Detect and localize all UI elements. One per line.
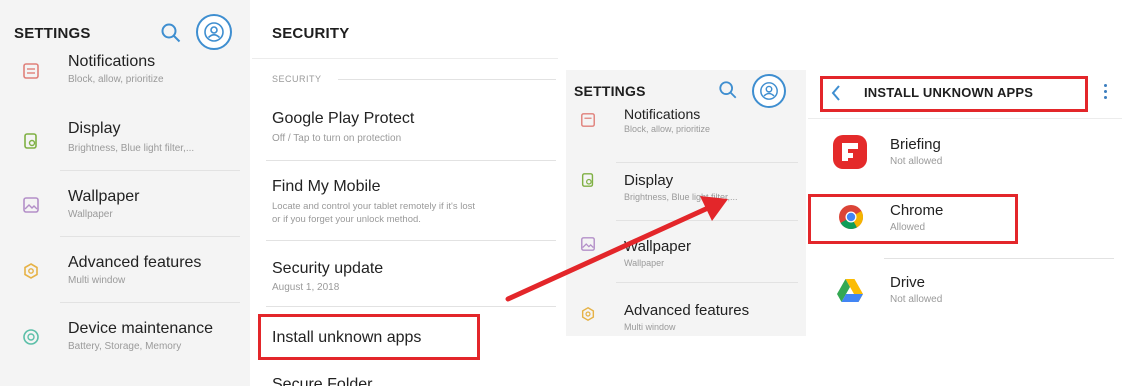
settings-title: SETTINGS xyxy=(14,25,91,42)
security-item-security-update[interactable]: Security update August 1, 2018 xyxy=(252,250,558,302)
advanced-features-icon xyxy=(22,262,40,285)
settings-panel-left: SETTINGS Notifications Block, allow, pri… xyxy=(0,0,250,386)
settings-item-wallpaper[interactable]: Wallpaper Wallpaper xyxy=(566,230,806,274)
section-label: SECURITY xyxy=(272,74,322,84)
settings-item-advanced-features[interactable]: Advanced features Multi window xyxy=(566,292,806,336)
divider xyxy=(266,240,556,241)
item-title: Security update xyxy=(272,260,384,277)
settings-title: SETTINGS xyxy=(574,83,646,99)
security-item-secure-folder[interactable]: Secure Folder xyxy=(252,372,558,386)
item-title: Display xyxy=(624,172,674,189)
account-icon xyxy=(204,22,224,42)
settings-item-display[interactable]: Display Brightness, Blue light filter,..… xyxy=(0,112,250,164)
settings-item-notifications[interactable]: Notifications Block, allow, prioritize xyxy=(566,106,806,152)
wallpaper-icon xyxy=(580,236,596,257)
divider xyxy=(60,236,240,237)
security-title: SECURITY xyxy=(272,25,350,42)
item-subtitle-line1: Locate and control your tablet remotely … xyxy=(272,201,475,212)
highlight-chrome xyxy=(808,194,1018,244)
item-subtitle: Battery, Storage, Memory xyxy=(68,341,182,352)
account-button[interactable] xyxy=(196,14,232,50)
security-item-find-my-mobile[interactable]: Find My Mobile Locate and control your t… xyxy=(252,168,558,234)
notifications-icon xyxy=(22,62,40,85)
item-title: Advanced features xyxy=(68,254,202,271)
install-unknown-apps-panel: INSTALL UNKNOWN APPS Briefing Not allowe… xyxy=(808,70,1122,336)
highlight-install-unknown-apps xyxy=(258,314,480,360)
settings-panel-right: SETTINGS Notifications Block, allow, pri… xyxy=(566,70,806,336)
item-title: Wallpaper xyxy=(68,188,140,205)
item-subtitle: Wallpaper xyxy=(68,209,113,220)
divider xyxy=(60,170,240,171)
item-subtitle: Wallpaper xyxy=(624,258,665,268)
divider xyxy=(616,162,798,163)
app-name: Drive xyxy=(890,274,926,291)
divider xyxy=(252,58,558,59)
install-unknown-apps-title: INSTALL UNKNOWN APPS xyxy=(864,85,1034,100)
notifications-icon xyxy=(580,112,596,133)
app-item-drive[interactable]: Drive Not allowed xyxy=(808,266,1122,316)
section-divider xyxy=(338,79,556,80)
settings-item-device-maintenance[interactable]: Device maintenance Battery, Storage, Mem… xyxy=(0,310,250,362)
wallpaper-icon xyxy=(22,196,40,219)
account-icon xyxy=(760,82,778,100)
item-title: Secure Folder xyxy=(272,376,373,386)
item-subtitle: Multi window xyxy=(624,322,676,332)
security-item-google-play-protect[interactable]: Google Play Protect Off / Tap to turn on… xyxy=(252,100,558,156)
item-title: Advanced features xyxy=(624,302,750,319)
display-icon xyxy=(22,132,40,155)
item-subtitle: August 1, 2018 xyxy=(272,282,340,293)
settings-item-notifications[interactable]: Notifications Block, allow, prioritize xyxy=(0,52,250,104)
search-icon[interactable] xyxy=(718,80,738,105)
item-subtitle: Block, allow, prioritize xyxy=(68,74,164,85)
item-subtitle-line2: or if you forget your unlock method. xyxy=(272,214,421,225)
divider xyxy=(616,282,798,283)
briefing-icon xyxy=(832,134,868,175)
item-subtitle: Brightness, Blue light filter,... xyxy=(68,143,195,154)
advanced-features-icon xyxy=(580,306,596,327)
app-name: Briefing xyxy=(890,136,941,153)
item-title: Notifications xyxy=(68,53,156,70)
divider xyxy=(266,160,556,161)
item-title: Wallpaper xyxy=(624,238,691,255)
security-panel: SECURITY SECURITY Google Play Protect Of… xyxy=(252,0,558,386)
account-button[interactable] xyxy=(752,74,786,108)
item-title: Notifications xyxy=(624,106,701,122)
chevron-left-icon xyxy=(831,85,840,101)
item-title: Find My Mobile xyxy=(272,178,381,195)
item-subtitle: Multi window xyxy=(68,275,126,286)
device-maintenance-icon xyxy=(22,328,40,351)
divider xyxy=(616,220,798,221)
settings-item-display[interactable]: Display Brightness, Blue light filter,..… xyxy=(566,170,806,214)
item-title: Google Play Protect xyxy=(272,110,415,127)
divider xyxy=(60,302,240,303)
back-button[interactable] xyxy=(830,84,848,104)
more-options-icon[interactable] xyxy=(1104,84,1108,102)
item-subtitle: Off / Tap to turn on protection xyxy=(272,133,402,144)
item-subtitle: Block, allow, prioritize xyxy=(624,124,711,134)
app-item-briefing[interactable]: Briefing Not allowed xyxy=(808,124,1122,184)
item-title: Display xyxy=(68,120,121,137)
drive-icon xyxy=(836,278,864,309)
settings-item-wallpaper[interactable]: Wallpaper Wallpaper xyxy=(0,178,250,230)
item-title: Device maintenance xyxy=(68,320,213,337)
divider xyxy=(266,306,556,307)
app-status: Not allowed xyxy=(890,156,943,167)
display-icon xyxy=(580,172,596,193)
settings-item-advanced-features[interactable]: Advanced features Multi window xyxy=(0,244,250,296)
item-subtitle: Brightness, Blue light filter,... xyxy=(624,192,738,202)
divider xyxy=(884,258,1114,259)
search-icon[interactable] xyxy=(160,22,182,49)
app-status: Not allowed xyxy=(890,294,943,305)
divider xyxy=(808,118,1122,119)
